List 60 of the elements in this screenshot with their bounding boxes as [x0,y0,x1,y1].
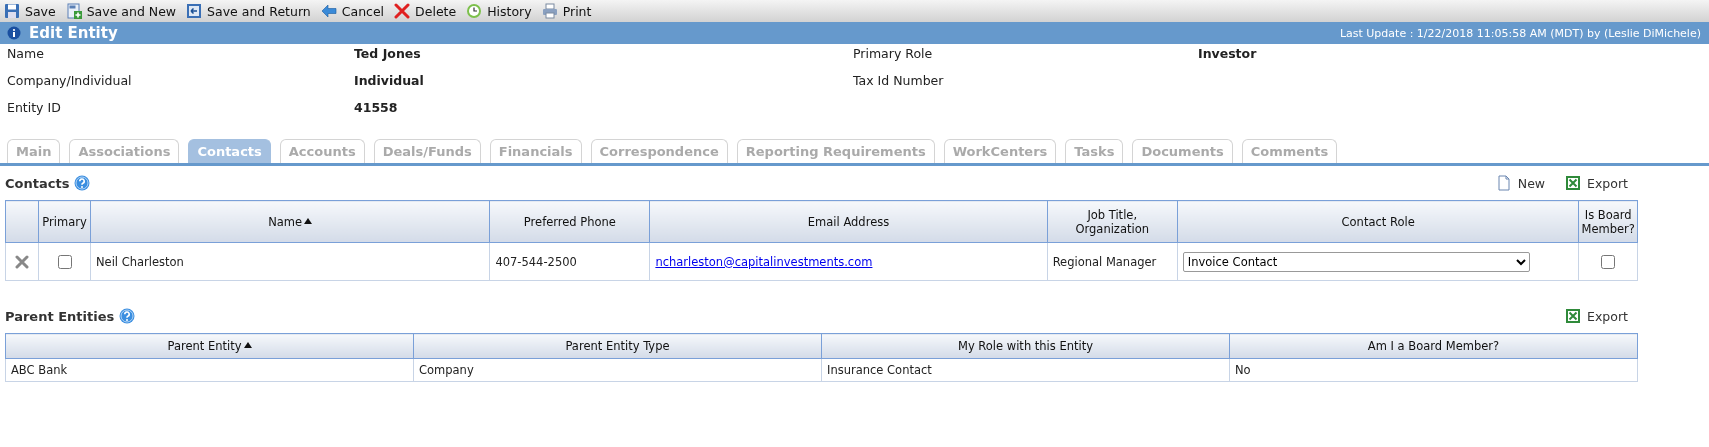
field-label: Primary Role [853,45,934,63]
table-cell: Regional Manager [1047,242,1178,281]
sort-ascending-icon [243,342,252,348]
save-button[interactable]: Save [4,3,56,19]
clock-icon [466,3,483,19]
section-title: Parent Entities [5,308,115,324]
field-value: Investor [1198,45,1258,63]
field-label: Name [7,45,45,63]
section-title: Contacts [5,175,70,191]
column-header[interactable]: My Role with this Entity [821,333,1230,359]
checkbox[interactable] [57,254,72,269]
printer-icon [541,3,558,19]
column-header[interactable]: Preferred Phone [489,200,650,243]
help-icon [119,308,136,324]
column-header [5,200,39,243]
column-header[interactable]: Job Title, Organization [1047,200,1178,243]
delete-button[interactable]: Delete [394,3,457,19]
help-icon [74,175,91,191]
document-icon [1495,175,1512,191]
column-header[interactable]: Email Address [649,200,1048,243]
table-cell: 407-544-2500 [489,242,650,281]
column-header[interactable]: Parent Entity Type [413,333,822,359]
column-header[interactable]: Primary [38,200,91,243]
table-cell: No [1229,358,1638,382]
field-label: Company/Individual [7,72,133,90]
delete-icon [15,254,30,269]
document-return-icon [186,3,203,19]
contact-role-select[interactable]: Invoice Contact [1182,251,1530,272]
field-value: 41558 [354,99,399,117]
column-header[interactable]: Name [90,200,490,243]
checkbox[interactable] [1601,254,1616,269]
field-label: Entity ID [7,99,62,117]
spreadsheet-icon [1565,308,1582,324]
column-header[interactable]: Is Board Member? [1578,200,1638,243]
export-button[interactable]: Export [1565,175,1628,191]
last-update-text: Last Update : 1/22/2018 11:05:58 AM (MDT) by (Leslie DiMichele) [1339,26,1701,40]
page-title: Edit Entity [29,24,118,42]
document-plus-icon [65,3,82,19]
history-button[interactable]: History [466,3,532,19]
save-return-button[interactable]: Save and Return [186,3,311,19]
column-header[interactable]: Contact Role [1177,200,1579,243]
cancel-button[interactable]: Cancel [320,3,385,19]
field-label: Tax Id Number [853,72,945,90]
export-button[interactable]: Export [1565,308,1628,324]
save-new-button[interactable]: Save and New [65,3,177,19]
left-arrow-icon [320,3,337,19]
new-button[interactable]: New [1495,175,1546,191]
info-icon [7,26,21,40]
table-cell: Neil Charleston [90,242,490,281]
spreadsheet-icon [1565,175,1582,191]
table-cell: Company [413,358,822,382]
field-value: Individual [354,72,425,90]
column-header[interactable]: Parent Entity [5,333,414,359]
column-header[interactable]: Am I a Board Member? [1229,333,1638,359]
cross-icon [394,3,411,19]
table-cell: Insurance Contact [821,358,1230,382]
field-value: Ted Jones [354,45,422,63]
table-cell: ABC Bank [5,358,414,382]
print-button[interactable]: Print [541,3,592,19]
sort-ascending-icon [304,217,313,224]
